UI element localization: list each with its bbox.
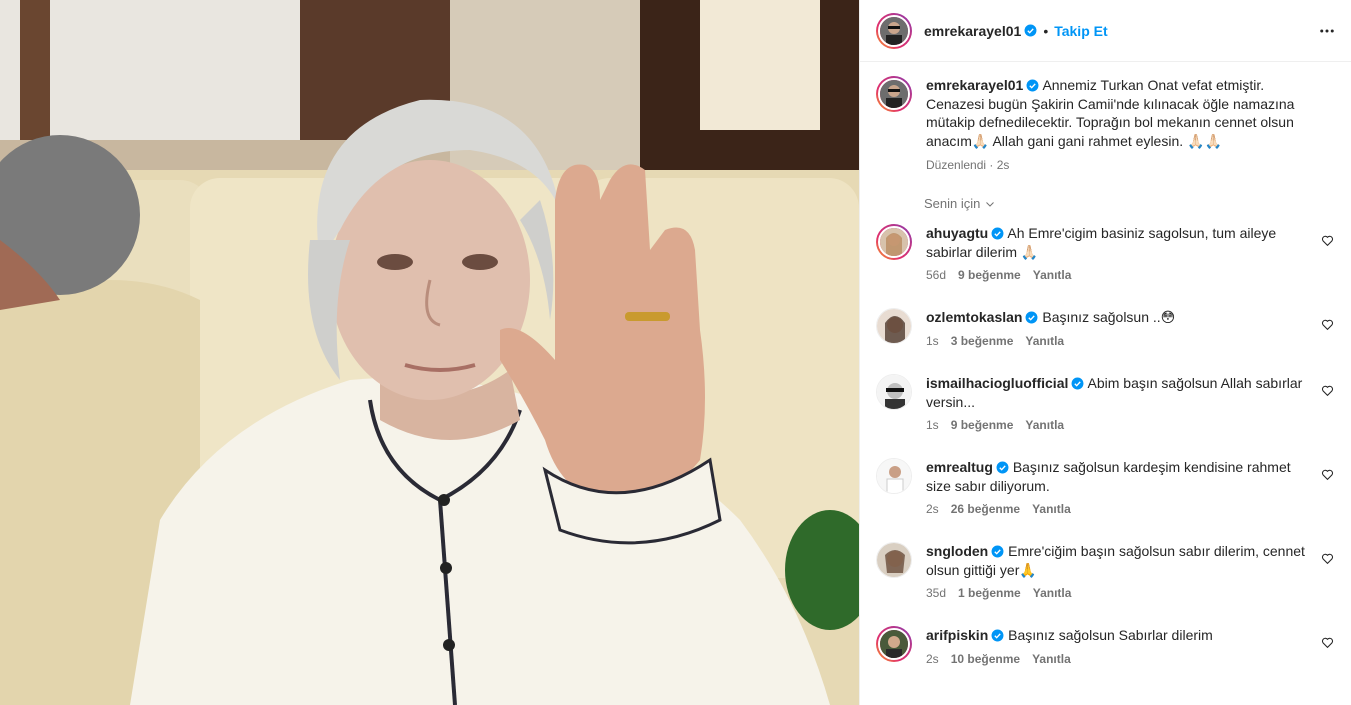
heart-outline-icon[interactable] <box>1321 384 1334 397</box>
comment-age: 2s <box>926 651 939 666</box>
separator-dot: • <box>1043 22 1049 39</box>
commenter-avatar-image <box>880 630 908 658</box>
comment-likes[interactable]: 9 beğenme <box>951 416 1014 435</box>
comment-item: ahuyagtu Ah Emre'cigim basiniz sagolsun,… <box>876 224 1346 285</box>
comment-item: ismailhaciogluofficial Abim başın sağols… <box>876 374 1346 435</box>
commenter-username[interactable]: emrealtug <box>926 459 993 475</box>
verified-badge-icon <box>991 629 1004 642</box>
verified-badge-icon <box>1026 79 1039 92</box>
comment-item: arifpiskin Başınız sağolsun Sabırlar dil… <box>876 626 1346 668</box>
caption-username[interactable]: emrekarayel01 <box>926 77 1023 93</box>
commenter-avatar[interactable] <box>876 224 912 260</box>
reply-button[interactable]: Yanıtla <box>1033 266 1072 285</box>
follow-button[interactable]: Takip Et <box>1054 23 1107 39</box>
chevron-down-icon <box>986 201 995 207</box>
comment-sort-dropdown[interactable]: Senin için <box>924 196 996 211</box>
post-photo-illustration <box>0 0 859 705</box>
comment-likes[interactable]: 3 beğenme <box>951 332 1014 351</box>
commenter-avatar-image <box>877 543 911 577</box>
commenter-username[interactable]: ahuyagtu <box>926 225 988 241</box>
verified-badge-icon <box>991 227 1004 240</box>
post-side-panel: emrekarayel01 • Takip Et emrekarayel01 A… <box>859 0 1351 705</box>
post-header: emrekarayel01 • Takip Et <box>860 0 1351 62</box>
heart-outline-icon[interactable] <box>1321 234 1334 247</box>
commenter-avatar-image <box>880 228 908 256</box>
verified-badge-icon <box>1026 311 1038 324</box>
commenter-avatar-image <box>877 459 911 493</box>
comment-age: 35d <box>926 586 947 600</box>
comment-text: Başınız sağolsun ..😳 <box>1042 309 1176 325</box>
verified-badge-icon <box>1024 24 1037 37</box>
commenter-avatar-image <box>877 309 911 343</box>
comment-item: ozlemtokaslan Başınız sağolsun ..😳 1s 3 … <box>876 308 1346 350</box>
commenter-avatar-image <box>877 375 911 409</box>
comment-age: 1s <box>926 418 939 432</box>
comment-item: emrealtug Başınız sağolsun kardeşim kend… <box>876 458 1346 519</box>
comment-likes[interactable]: 1 beğenme <box>958 584 1021 603</box>
heart-outline-icon[interactable] <box>1321 318 1334 331</box>
post-caption: emrekarayel01 Annemiz Turkan Onat vefat … <box>876 76 1326 175</box>
edited-timestamp: Düzenlendi · 2s <box>926 158 1010 172</box>
author-username[interactable]: emrekarayel01 <box>924 23 1021 39</box>
sort-label: Senin için <box>924 196 981 211</box>
commenter-avatar[interactable] <box>876 626 912 662</box>
comment-age: 1s <box>926 333 939 348</box>
heart-outline-icon[interactable] <box>1321 636 1334 649</box>
reply-button[interactable]: Yanıtla <box>1032 650 1071 669</box>
commenter-avatar[interactable] <box>876 458 912 494</box>
verified-badge-icon <box>996 461 1009 474</box>
reply-button[interactable]: Yanıtla <box>1025 332 1064 351</box>
caption-avatar-image <box>880 80 908 108</box>
heart-outline-icon[interactable] <box>1321 552 1334 565</box>
comment-item: sngloden Emre'ciğim başın sağolsun sabır… <box>876 542 1346 603</box>
caption-avatar[interactable] <box>876 76 912 112</box>
reply-button[interactable]: Yanıtla <box>1032 500 1071 519</box>
heart-outline-icon[interactable] <box>1321 468 1334 481</box>
post-image[interactable] <box>0 0 859 705</box>
reply-button[interactable]: Yanıtla <box>1025 416 1064 435</box>
more-horizontal-icon[interactable] <box>1318 22 1336 40</box>
author-avatar[interactable] <box>876 12 912 49</box>
commenter-avatar[interactable] <box>876 374 912 410</box>
verified-badge-icon <box>991 545 1004 558</box>
reply-button[interactable]: Yanıtla <box>1033 584 1072 603</box>
commenter-username[interactable]: arifpiskin <box>926 627 988 643</box>
comment-likes[interactable]: 10 beğenme <box>951 650 1020 669</box>
commenter-username[interactable]: ismailhaciogluofficial <box>926 375 1068 391</box>
comment-text: Başınız sağolsun Sabırlar dilerim <box>1008 627 1213 643</box>
comment-likes[interactable]: 9 beğenme <box>958 266 1021 285</box>
comment-likes[interactable]: 26 beğenme <box>951 500 1020 519</box>
verified-badge-icon <box>1071 377 1084 390</box>
commenter-username[interactable]: ozlemtokaslan <box>926 309 1022 325</box>
comment-age: 56d <box>926 268 947 282</box>
author-avatar-image <box>880 16 908 45</box>
commenter-username[interactable]: sngloden <box>926 543 988 559</box>
commenter-avatar[interactable] <box>876 308 912 344</box>
comment-age: 2s <box>926 502 939 516</box>
commenter-avatar[interactable] <box>876 542 912 578</box>
